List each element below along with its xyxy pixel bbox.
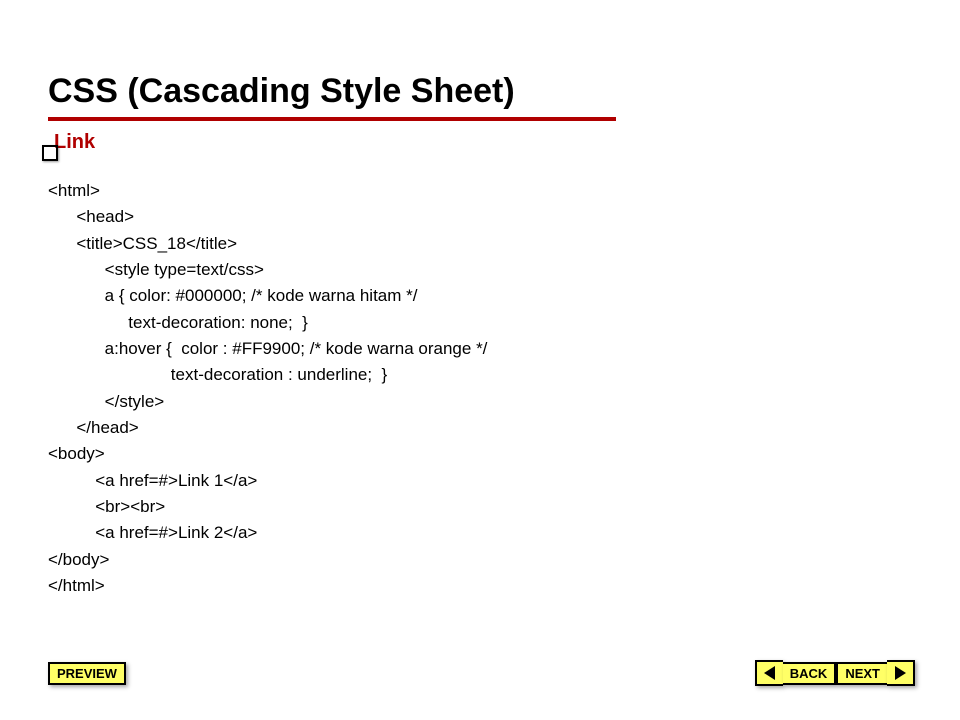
title-underline xyxy=(48,117,616,121)
slide-subhead: Link xyxy=(54,131,912,154)
nav-bar: PREVIEW BACK NEXT xyxy=(48,660,915,686)
bullet-square-icon xyxy=(42,145,58,161)
back-button-label[interactable]: BACK xyxy=(783,662,837,685)
code-block: <html> <head> <title>CSS_18</title> <sty… xyxy=(48,178,912,600)
back-button[interactable]: BACK xyxy=(755,660,837,686)
slide-content: CSS (Cascading Style Sheet) Link <html> … xyxy=(48,72,912,600)
arrow-right-icon xyxy=(887,660,915,686)
arrow-left-icon xyxy=(755,660,783,686)
slide-title: CSS (Cascading Style Sheet) xyxy=(48,72,912,111)
next-button[interactable]: NEXT xyxy=(836,660,915,686)
nav-right-group: BACK NEXT xyxy=(755,660,915,686)
next-button-label[interactable]: NEXT xyxy=(836,662,887,685)
preview-button[interactable]: PREVIEW xyxy=(48,662,126,685)
